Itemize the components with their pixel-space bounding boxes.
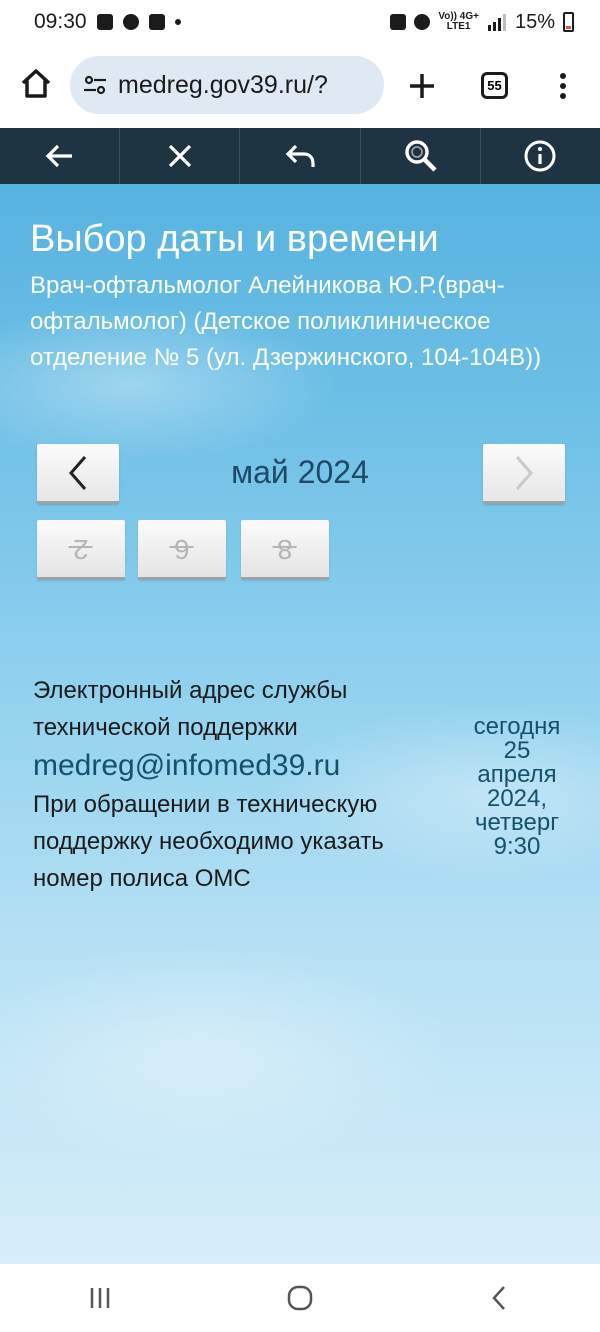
search-button[interactable] <box>361 128 481 184</box>
day-button-6[interactable]: 6 <box>138 520 226 580</box>
system-nav-bar <box>0 1264 600 1332</box>
today-day: 25 <box>503 737 531 764</box>
plus-icon <box>410 74 434 98</box>
home-icon <box>21 69 51 98</box>
back-button[interactable] <box>0 128 121 184</box>
day-number: 6 <box>174 533 190 565</box>
undo-icon <box>285 144 315 167</box>
day-number: 8 <box>277 533 293 565</box>
site-toolbar <box>0 128 600 184</box>
tab-switcher-button[interactable]: 55 <box>481 72 508 99</box>
info-icon <box>524 140 556 172</box>
url-text: medreg.gov39.ru/? <box>118 70 328 99</box>
close-button[interactable] <box>120 128 241 184</box>
doctor-subtitle: Врач-офтальмолог Алейникова Ю.Р.(врач-оф… <box>30 272 542 371</box>
today-weekday: четверг <box>475 809 559 836</box>
page-title: Выбор даты и времени <box>30 218 439 260</box>
tab-count: 55 <box>487 78 502 93</box>
back-chevron-icon <box>492 1286 505 1310</box>
undo-button[interactable] <box>240 128 361 184</box>
today-year: 2024, <box>486 785 548 812</box>
address-bar[interactable]: medreg.gov39.ru/? <box>70 56 384 114</box>
search-icon <box>405 140 437 172</box>
status-bar: 09:30 Vo)) 4G+ LTE1 15% <box>0 0 600 44</box>
page-content: Выбор даты и времени Врач-офтальмолог Ал… <box>0 184 600 1264</box>
browser-bar: medreg.gov39.ru/? 55 <box>0 44 600 128</box>
battery-icon <box>563 12 574 32</box>
info-button[interactable] <box>481 128 600 184</box>
today-label: сегодня <box>473 713 561 740</box>
alert-notification-icon <box>96 14 113 30</box>
system-home-button[interactable] <box>280 1278 320 1318</box>
battery-percent: 15% <box>514 10 555 33</box>
support-note: При обращении в техническую поддержку не… <box>33 791 384 892</box>
support-email-link[interactable]: medreg@infomed39.ru <box>33 746 413 786</box>
alarm-icon <box>414 14 431 30</box>
today-time: 9:30 <box>493 833 541 860</box>
next-month-button[interactable] <box>483 444 565 504</box>
background-cloud <box>0 944 460 1164</box>
chevron-right-icon <box>515 455 533 490</box>
today-month: апреля <box>477 761 557 788</box>
day-button-8[interactable]: 8 <box>241 520 329 580</box>
support-info: Электронный адрес службы технической под… <box>33 672 413 897</box>
recent-apps-icon <box>90 1288 110 1308</box>
recent-apps-button[interactable] <box>80 1278 120 1318</box>
more-vert-icon <box>560 73 566 99</box>
support-label: Электронный адрес службы технической под… <box>33 677 348 741</box>
today-date: сегодня 25 апреля 2024, четверг 9:30 <box>462 715 572 859</box>
more-notifications-icon <box>174 19 181 25</box>
arrow-left-icon <box>45 144 72 168</box>
close-icon <box>168 144 191 168</box>
system-back-button[interactable] <box>480 1278 520 1318</box>
signal-icon <box>487 14 506 31</box>
image-notification-icon <box>148 14 165 30</box>
home-button[interactable] <box>14 62 58 106</box>
new-tab-button[interactable] <box>400 64 444 108</box>
day-button-2[interactable]: 2 <box>37 520 125 580</box>
network-indicator: Vo)) 4G+ LTE1 <box>438 11 479 32</box>
day-number: 2 <box>73 533 89 565</box>
browser-menu-button[interactable] <box>548 64 578 108</box>
status-time: 09:30 <box>34 10 87 33</box>
sim-icon <box>390 14 407 30</box>
home-circle-icon <box>287 1285 313 1311</box>
site-settings-icon[interactable] <box>82 72 108 98</box>
chat-notification-icon <box>122 14 139 30</box>
